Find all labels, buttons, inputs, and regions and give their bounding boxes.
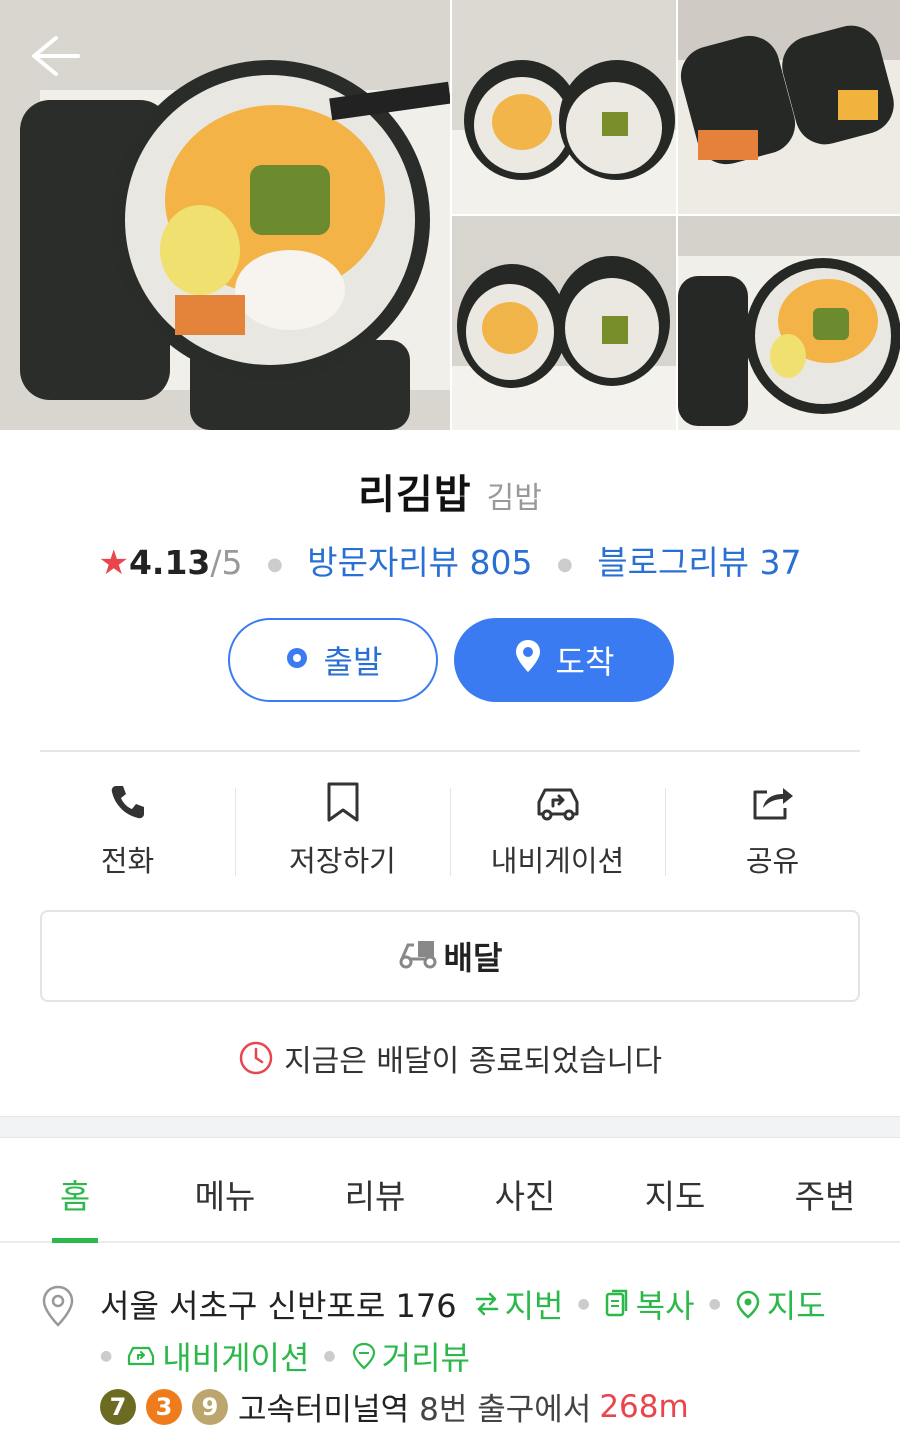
depart-label: 출발 <box>323 643 383 681</box>
separator-dot: ● <box>100 1348 113 1364</box>
copy-link[interactable]: 복사 <box>604 1281 695 1327</box>
arrow-left-icon <box>32 36 80 76</box>
clock-icon <box>238 1040 274 1076</box>
divider <box>40 750 860 752</box>
tab-bar: 홈 메뉴 리뷰 사진 지도 주변 <box>0 1138 900 1243</box>
separator-dot: ● <box>323 1348 336 1364</box>
delivery-status-text: 지금은 배달이 종료되었습니다 <box>284 1044 662 1079</box>
separator-dot: ● <box>708 1296 721 1312</box>
star-icon: ★ <box>98 543 129 583</box>
section-gap <box>0 1116 900 1138</box>
rating-max: /5 <box>210 543 243 582</box>
place-title-row: 리김밥 김밥 <box>0 462 900 520</box>
street-view-label: 거리뷰 <box>381 1339 470 1377</box>
place-name: 리김밥 <box>358 472 472 518</box>
navigation-action[interactable]: 내비게이션 <box>450 780 665 880</box>
visitor-reviews-link[interactable]: 방문자리뷰 805 <box>307 543 532 582</box>
photo-gallery <box>0 0 900 430</box>
call-action[interactable]: 전화 <box>20 780 235 880</box>
address-block: 서울 서초구 신반포로 176 지번 ● 복사 ● 지도 ● 내비게이션 ● 거… <box>100 1280 890 1380</box>
place-category: 김밥 <box>486 481 542 516</box>
arrive-button[interactable]: 도착 <box>454 618 674 702</box>
share-label: 공유 <box>745 844 800 878</box>
subway-info: 7 3 9 고속터미널역 8번 출구에서 268m <box>100 1384 880 1429</box>
tab-home[interactable]: 홈 <box>0 1138 150 1243</box>
location-pin-icon <box>514 638 542 682</box>
subway-line-3-badge: 3 <box>146 1388 182 1425</box>
station-exit: 8번 출구에서 <box>419 1392 592 1428</box>
action-row: 전화 저장하기 내비게이션 공유 <box>20 780 880 880</box>
depart-button[interactable]: 출발 <box>228 618 438 702</box>
delivery-label: 배달 <box>443 939 503 977</box>
share-icon <box>751 780 795 824</box>
swap-icon <box>475 1292 498 1316</box>
station-name: 고속터미널역 <box>238 1392 410 1428</box>
separator-dot: ● <box>557 554 573 575</box>
save-action[interactable]: 저장하기 <box>235 780 450 880</box>
address-navigation-label: 내비게이션 <box>162 1339 310 1377</box>
map-pin-icon <box>736 1290 760 1319</box>
gimbap-thumbnail <box>678 0 900 214</box>
main-photo[interactable] <box>0 0 450 430</box>
share-action[interactable]: 공유 <box>665 780 880 880</box>
lot-number-label: 지번 <box>504 1287 564 1325</box>
address-pin-icon <box>40 1284 76 1332</box>
station-distance: 268m <box>599 1388 689 1425</box>
car-navigation-icon <box>128 1346 155 1366</box>
rating-row: ★4.13/5 ● 방문자리뷰 805 ● 블로그리뷰 37 <box>0 536 900 584</box>
separator-dot: ● <box>267 554 283 575</box>
address-line-2: ● 내비게이션 ● 거리뷰 <box>100 1332 890 1380</box>
copy-label: 복사 <box>635 1287 695 1325</box>
map-label: 지도 <box>766 1287 826 1325</box>
address-line-1: 서울 서초구 신반포로 176 지번 ● 복사 ● 지도 <box>100 1280 890 1328</box>
delivery-scooter-icon <box>398 935 438 977</box>
subway-line-7-badge: 7 <box>100 1388 136 1425</box>
map-link[interactable]: 지도 <box>735 1281 826 1327</box>
blog-reviews-link[interactable]: 블로그리뷰 37 <box>597 543 801 582</box>
thumbnail-photo-1[interactable] <box>452 0 676 214</box>
thumbnail-photo-2[interactable] <box>678 0 900 214</box>
copy-icon <box>605 1289 627 1317</box>
separator-dot: ● <box>577 1296 590 1312</box>
gimbap-thumbnail <box>452 0 676 214</box>
tab-map[interactable]: 지도 <box>600 1138 750 1241</box>
tab-menu[interactable]: 메뉴 <box>150 1138 300 1241</box>
address-navigation-link[interactable]: 내비게이션 <box>126 1333 309 1379</box>
arrive-label: 도착 <box>555 643 615 681</box>
street-view-link[interactable]: 거리뷰 <box>350 1333 470 1379</box>
origin-dot-icon <box>284 641 310 679</box>
tab-reviews[interactable]: 리뷰 <box>300 1138 450 1241</box>
back-button[interactable] <box>22 30 82 80</box>
thumbnail-photo-4[interactable] <box>678 216 900 430</box>
street-view-icon <box>352 1342 375 1370</box>
gimbap-thumbnail <box>678 216 900 430</box>
save-label: 저장하기 <box>289 844 396 878</box>
rating-score: 4.13 <box>128 543 211 582</box>
thumbnail-photo-3[interactable] <box>452 216 676 430</box>
gimbap-thumbnail <box>452 216 676 430</box>
subway-line-9-badge: 9 <box>192 1388 228 1425</box>
delivery-button[interactable]: 배달 <box>40 910 860 1002</box>
delivery-status: 지금은 배달이 종료되었습니다 <box>0 1036 900 1080</box>
tab-nearby[interactable]: 주변 <box>750 1138 900 1241</box>
car-navigation-icon <box>535 780 581 824</box>
lot-number-link[interactable]: 지번 <box>473 1281 564 1327</box>
address-text: 서울 서초구 신반포로 176 <box>100 1287 457 1325</box>
call-label: 전화 <box>100 844 155 878</box>
navigation-label: 내비게이션 <box>490 844 625 878</box>
tab-photos[interactable]: 사진 <box>450 1138 600 1241</box>
phone-icon <box>108 780 148 824</box>
bookmark-icon <box>325 780 361 824</box>
